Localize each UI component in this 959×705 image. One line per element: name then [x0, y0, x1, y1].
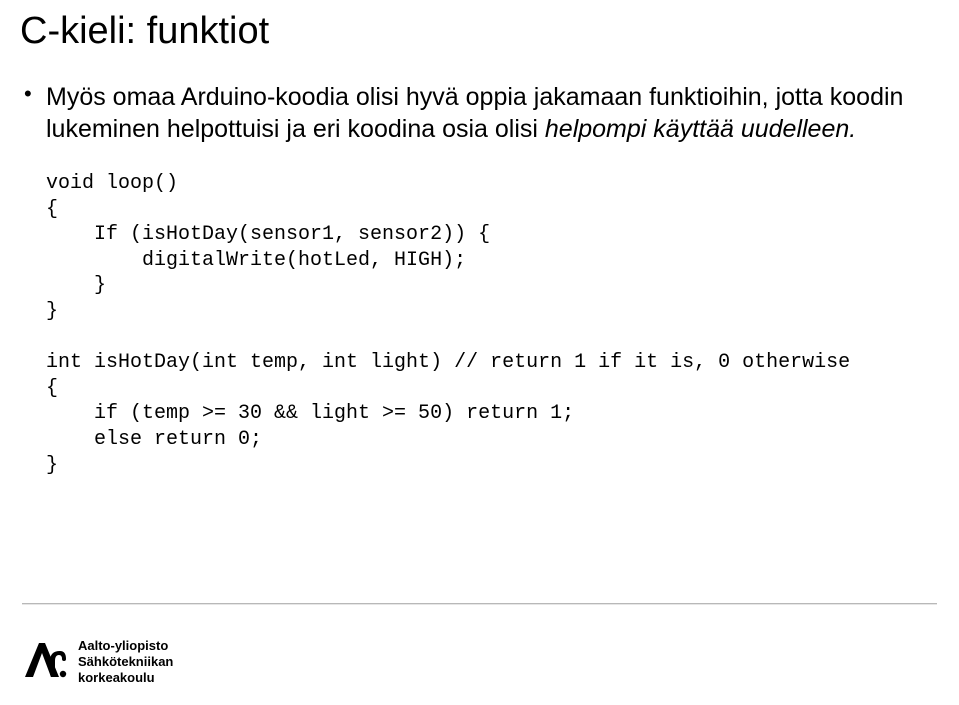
footer-text: Aalto-yliopisto Sähkötekniikan korkeakou…	[78, 638, 173, 687]
aalto-logo	[22, 637, 68, 687]
bullet-item: Myös omaa Arduino-koodia olisi hyvä oppi…	[20, 81, 939, 145]
footer-divider	[22, 603, 937, 605]
slide-title: C-kieli: funktiot	[20, 10, 939, 53]
footer: Aalto-yliopisto Sähkötekniikan korkeakou…	[22, 637, 173, 687]
footer-line1: Aalto-yliopisto	[78, 638, 173, 654]
bullet-text: Myös omaa Arduino-koodia olisi hyvä oppi…	[46, 81, 939, 145]
slide-content: C-kieli: funktiot Myös omaa Arduino-kood…	[0, 0, 959, 478]
code-block: void loop() { If (isHotDay(sensor1, sens…	[20, 171, 939, 478]
footer-line2: Sähkötekniikan	[78, 654, 173, 670]
footer-line3: korkeakoulu	[78, 670, 173, 686]
bullet-text-italic: helpompi käyttää uudelleen.	[545, 115, 856, 143]
aalto-logo-icon	[22, 637, 68, 687]
